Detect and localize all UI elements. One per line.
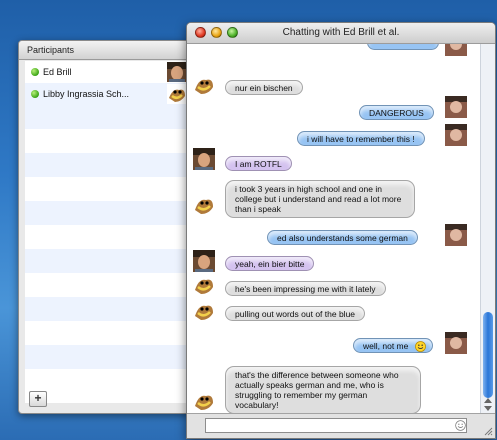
taz-avatar — [193, 274, 215, 296]
message-bubble: I am ROTFL — [225, 156, 292, 171]
participants-list: Ed Brill Libby Ingrassia Sch... — [25, 61, 191, 403]
message-bubble: ed also understands some german — [267, 230, 418, 245]
message-bubble-cut — [367, 44, 439, 50]
chat-transcript: nur ein bischen DANGEROUS i will have to… — [187, 44, 477, 414]
chat-window: Chatting with Ed Brill et al. nur ein bi… — [186, 22, 496, 439]
message-bubble: i took 3 years in high school and one in… — [225, 180, 415, 218]
chat-title: Chatting with Ed Brill et al. — [282, 27, 400, 38]
my-avatar — [445, 44, 467, 56]
my-avatar — [445, 332, 467, 354]
participant-name: Libby Ingrassia Sch... — [43, 89, 130, 99]
message-input[interactable] — [205, 418, 467, 433]
smiley-emoticon-icon — [415, 341, 427, 352]
message-bubble: nur ein bischen — [225, 80, 303, 95]
ed-brill-avatar — [193, 250, 215, 272]
taz-avatar — [193, 390, 215, 412]
transcript-scrollbar[interactable] — [480, 44, 495, 414]
taz-avatar — [193, 74, 215, 96]
scroll-down-arrow-icon[interactable] — [484, 406, 492, 411]
my-avatar — [445, 124, 467, 146]
participant-row-ed-brill[interactable]: Ed Brill — [25, 61, 191, 83]
my-avatar — [445, 224, 467, 246]
participant-name: Ed Brill — [43, 67, 72, 77]
status-available-icon — [31, 90, 39, 98]
message-text: well, not me — [363, 341, 409, 351]
resize-grip-icon[interactable] — [483, 426, 493, 436]
emoticon-picker-icon[interactable] — [455, 420, 466, 431]
scroll-up-arrow-icon[interactable] — [484, 398, 492, 403]
taz-avatar — [193, 300, 215, 322]
participants-window: Participants Ed Brill Libby Ingrassia Sc… — [18, 40, 192, 414]
ed-brill-avatar — [193, 148, 215, 170]
scrollbar-thumb[interactable] — [483, 312, 493, 398]
taz-avatar — [193, 194, 215, 216]
message-bubble: that's the difference between someone wh… — [225, 366, 421, 414]
message-bubble: DANGEROUS — [359, 105, 434, 120]
message-bubble: yeah, ein bier bitte — [225, 256, 315, 271]
ed-brill-avatar — [167, 62, 187, 82]
taz-avatar — [167, 84, 187, 104]
message-bubble: he's been impressing me with it lately — [225, 281, 386, 296]
message-bubble: well, not me — [353, 338, 434, 353]
status-available-icon — [31, 68, 39, 76]
participant-row-libby[interactable]: Libby Ingrassia Sch... — [25, 83, 191, 105]
message-bubble: pulling out words out of the blue — [225, 306, 366, 321]
participants-title: Participants — [19, 41, 191, 60]
message-bubble: i will have to remember this ! — [297, 131, 425, 146]
message-input-area — [187, 413, 495, 438]
chat-titlebar: Chatting with Ed Brill et al. — [187, 23, 495, 44]
add-participant-button[interactable]: + — [29, 391, 47, 407]
my-avatar — [445, 96, 467, 118]
